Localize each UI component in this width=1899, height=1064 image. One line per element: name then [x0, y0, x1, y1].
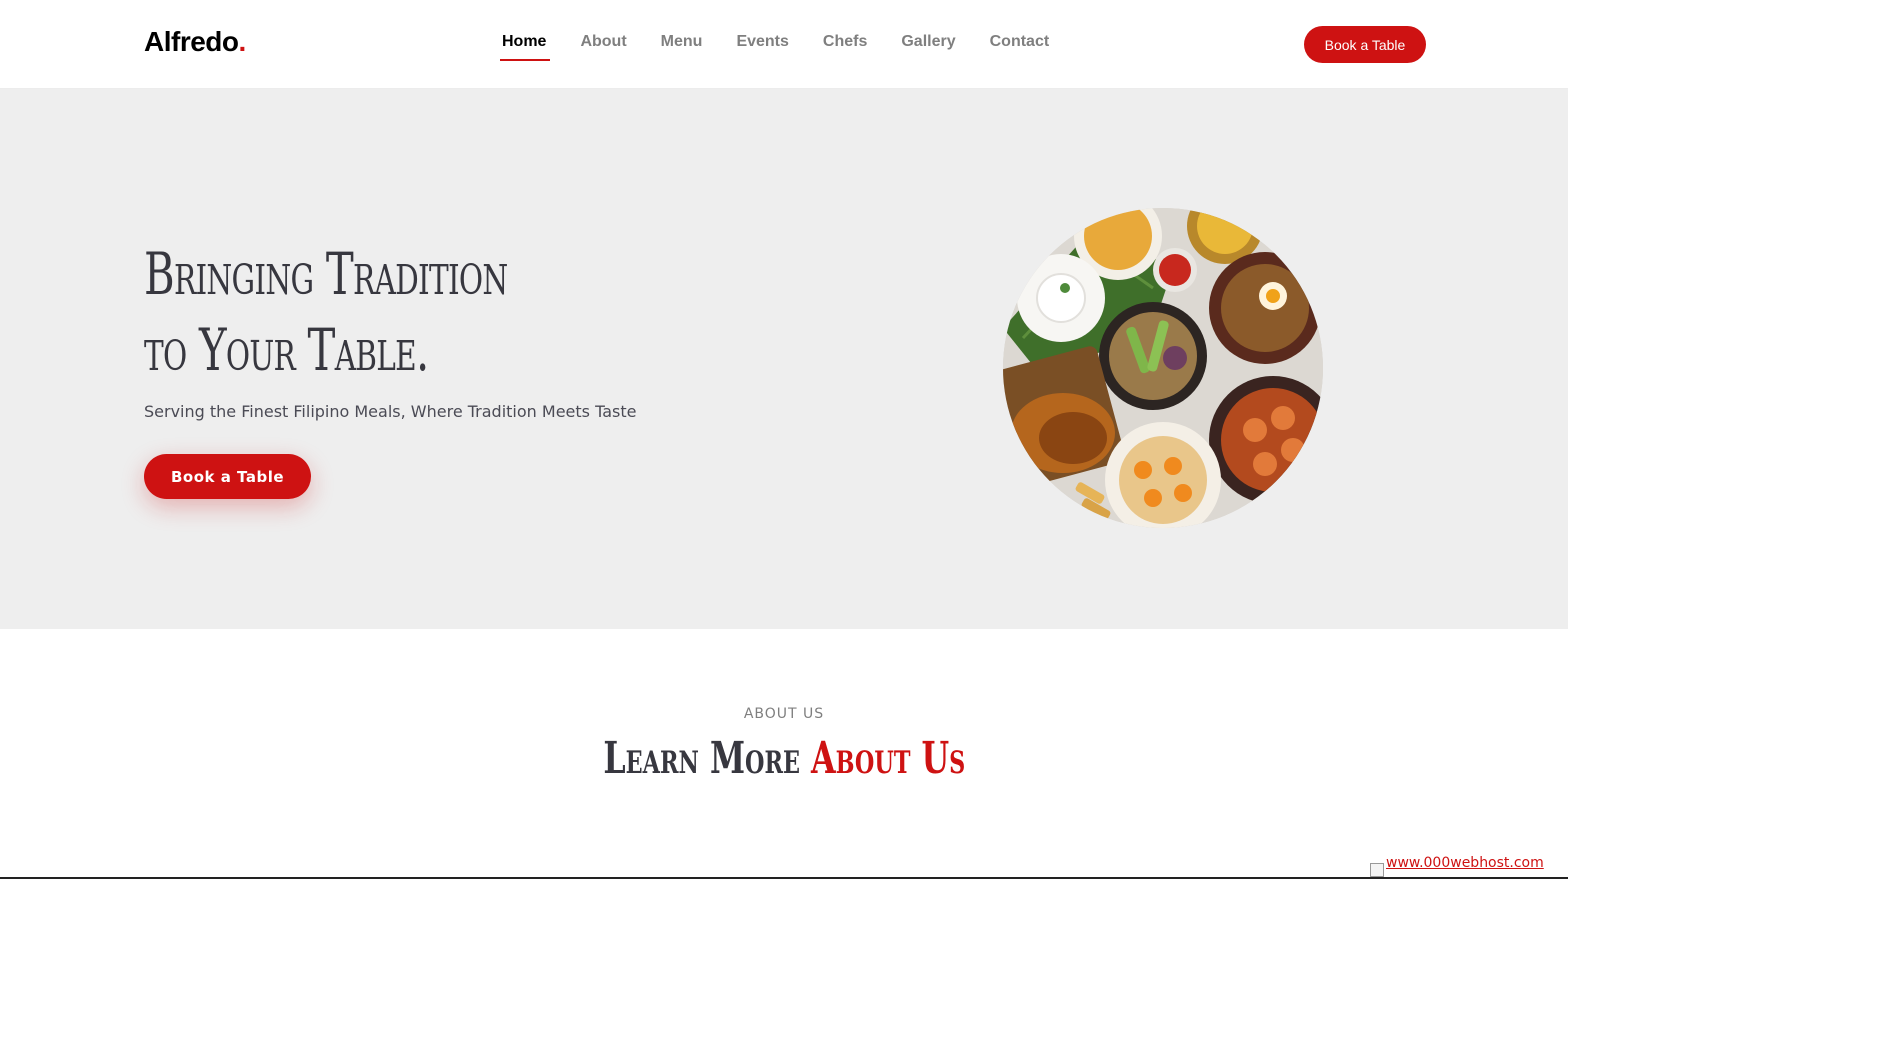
- brand-name: Alfredo: [144, 26, 239, 57]
- about-section-title: Learn More About Us: [0, 733, 1568, 784]
- hero-book-table-button[interactable]: Book a Table: [144, 454, 311, 499]
- brand-dot: .: [238, 26, 247, 57]
- food-platter-illustration: [1003, 208, 1323, 528]
- hero-title: Bringing Tradition to Your Table.: [144, 236, 547, 388]
- header-book-table-button[interactable]: Book a Table: [1304, 26, 1426, 63]
- nav-item-contact[interactable]: Contact: [990, 33, 1050, 61]
- nav-item-gallery[interactable]: Gallery: [901, 33, 955, 61]
- hero-section: Bringing Tradition to Your Table. Servin…: [0, 89, 1568, 629]
- nav-item-chefs[interactable]: Chefs: [823, 33, 867, 61]
- page-bottom-divider: [0, 877, 1568, 879]
- site-header: Alfredo. Home About Menu Events Chefs Ga…: [0, 0, 1568, 89]
- brand-logo[interactable]: Alfredo.: [144, 26, 246, 58]
- host-badge-text: www.000webhost.com: [1386, 855, 1544, 871]
- nav-item-home[interactable]: Home: [499, 33, 551, 61]
- host-badge-link[interactable]: www.000webhost.com: [1370, 855, 1544, 877]
- hero-title-line2: to Your Table.: [144, 316, 429, 384]
- broken-image-icon: [1370, 863, 1384, 877]
- about-title-plain: Learn More: [603, 733, 800, 784]
- hero-subtitle: Serving the Finest Filipino Meals, Where…: [144, 402, 637, 421]
- hero-food-image: [1003, 208, 1323, 528]
- about-title-accent: About Us: [810, 733, 965, 784]
- nav-item-about[interactable]: About: [580, 33, 626, 61]
- hero-title-line1: Bringing Tradition: [144, 240, 508, 308]
- nav-item-events[interactable]: Events: [736, 33, 788, 61]
- main-nav: Home About Menu Events Chefs Gallery Con…: [499, 33, 1083, 61]
- about-section-label: ABOUT US: [743, 706, 825, 722]
- nav-item-menu[interactable]: Menu: [661, 33, 703, 61]
